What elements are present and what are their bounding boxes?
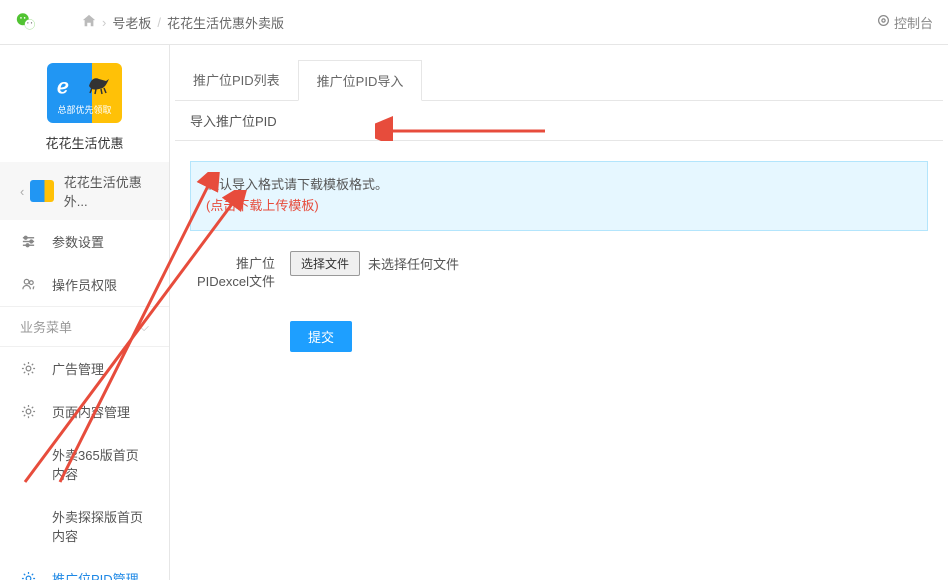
sidebar-sub-365[interactable]: 外卖365版首页内容 — [0, 433, 169, 495]
sidebar-item-label: 花花生活优惠外... — [64, 172, 149, 210]
sidebar-item-app[interactable]: ‹ 花花生活优惠外... — [0, 162, 169, 220]
top-header: › 号老板 / 花花生活优惠外卖版 控制台 — [0, 0, 948, 45]
sidebar-item-label: 广告管理 — [52, 359, 104, 378]
sidebar-item-operator[interactable]: 操作员权限 — [0, 263, 169, 306]
caret-icon: ‹ — [20, 184, 24, 199]
sidebar-logo-section: ℯ 总部优先领取 花花生活优惠 — [0, 45, 169, 162]
sidebar-section-label: 业务菜单 — [20, 317, 72, 336]
header-right[interactable]: 控制台 — [877, 13, 933, 32]
console-icon — [877, 14, 890, 30]
home-icon[interactable] — [82, 14, 96, 31]
chevron-down-icon: ⌵ — [139, 319, 149, 335]
app-mini-logo — [30, 180, 53, 202]
download-template-link[interactable]: (点击下载上传模板) — [206, 198, 319, 213]
sidebar-item-ad[interactable]: 广告管理 — [0, 347, 169, 390]
main-content: 推广位PID列表 推广位PID导入 导入推广位PID 默认导入格式请下载模板格式… — [170, 45, 948, 580]
file-field: 选择文件 未选择任何文件 — [290, 251, 459, 276]
layout: ℯ 总部优先领取 花花生活优惠 ‹ 花花生活优惠外... — [0, 45, 948, 580]
sidebar-item-label: 参数设置 — [52, 232, 104, 251]
sidebar-item-label: 外卖365版首页内容 — [52, 448, 139, 482]
console-label: 控制台 — [894, 13, 933, 32]
app-logo: ℯ 总部优先领取 — [47, 63, 122, 123]
breadcrumb-sep: › — [102, 15, 106, 30]
file-label: 推广位PIDexcel文件 — [190, 251, 290, 291]
breadcrumb-parent[interactable]: 号老板 — [112, 13, 151, 32]
tab-label: 推广位PID导入 — [317, 74, 404, 89]
submit-button[interactable]: 提交 — [290, 321, 352, 352]
tab-pid-import[interactable]: 推广位PID导入 — [298, 60, 423, 101]
gear-icon — [20, 361, 36, 376]
sidebar-item-label: 页面内容管理 — [52, 402, 130, 421]
logo-text: 总部优先领取 — [47, 103, 122, 116]
info-box: 默认导入格式请下载模板格式。 (点击下载上传模板) — [190, 161, 928, 231]
choose-file-button[interactable]: 选择文件 — [290, 251, 360, 276]
sidebar-item-content[interactable]: 页面内容管理 — [0, 390, 169, 433]
file-status: 未选择任何文件 — [368, 254, 459, 273]
breadcrumb-sep: / — [157, 15, 161, 30]
app-name: 花花生活优惠 — [10, 133, 159, 152]
form-row-submit: 提交 — [190, 321, 928, 352]
sidebar-item-label: 推广位PID管理 — [52, 569, 139, 580]
breadcrumb-current: 花花生活优惠外卖版 — [167, 13, 284, 32]
tabs: 推广位PID列表 推广位PID导入 — [175, 60, 943, 101]
sidebar-section-biz[interactable]: 业务菜单 ⌵ — [0, 306, 169, 347]
sidebar-item-pid[interactable]: 推广位PID管理 — [0, 557, 169, 580]
tab-label: 推广位PID列表 — [193, 73, 280, 88]
tab-pid-list[interactable]: 推广位PID列表 — [175, 60, 298, 100]
empty-label — [190, 321, 290, 325]
breadcrumb: › 号老板 / 花花生活优惠外卖版 — [82, 13, 284, 32]
users-icon — [20, 277, 36, 292]
wechat-icon — [15, 11, 37, 33]
sidebar-item-label: 操作员权限 — [52, 275, 117, 294]
section-title: 导入推广位PID — [190, 114, 277, 129]
gear-icon — [20, 571, 36, 580]
gear-icon — [20, 404, 36, 419]
sidebar-item-label: 外卖探探版首页内容 — [52, 510, 143, 544]
sidebar: ℯ 总部优先领取 花花生活优惠 ‹ 花花生活优惠外... — [0, 45, 170, 580]
sidebar-sub-tantan[interactable]: 外卖探探版首页内容 — [0, 495, 169, 557]
slider-icon — [20, 234, 36, 249]
section-header: 导入推广位PID — [175, 101, 943, 141]
form-row-file: 推广位PIDexcel文件 选择文件 未选择任何文件 — [190, 251, 928, 291]
info-text-line1: 默认导入格式请下载模板格式。 — [206, 175, 912, 196]
sidebar-item-params[interactable]: 参数设置 — [0, 220, 169, 263]
